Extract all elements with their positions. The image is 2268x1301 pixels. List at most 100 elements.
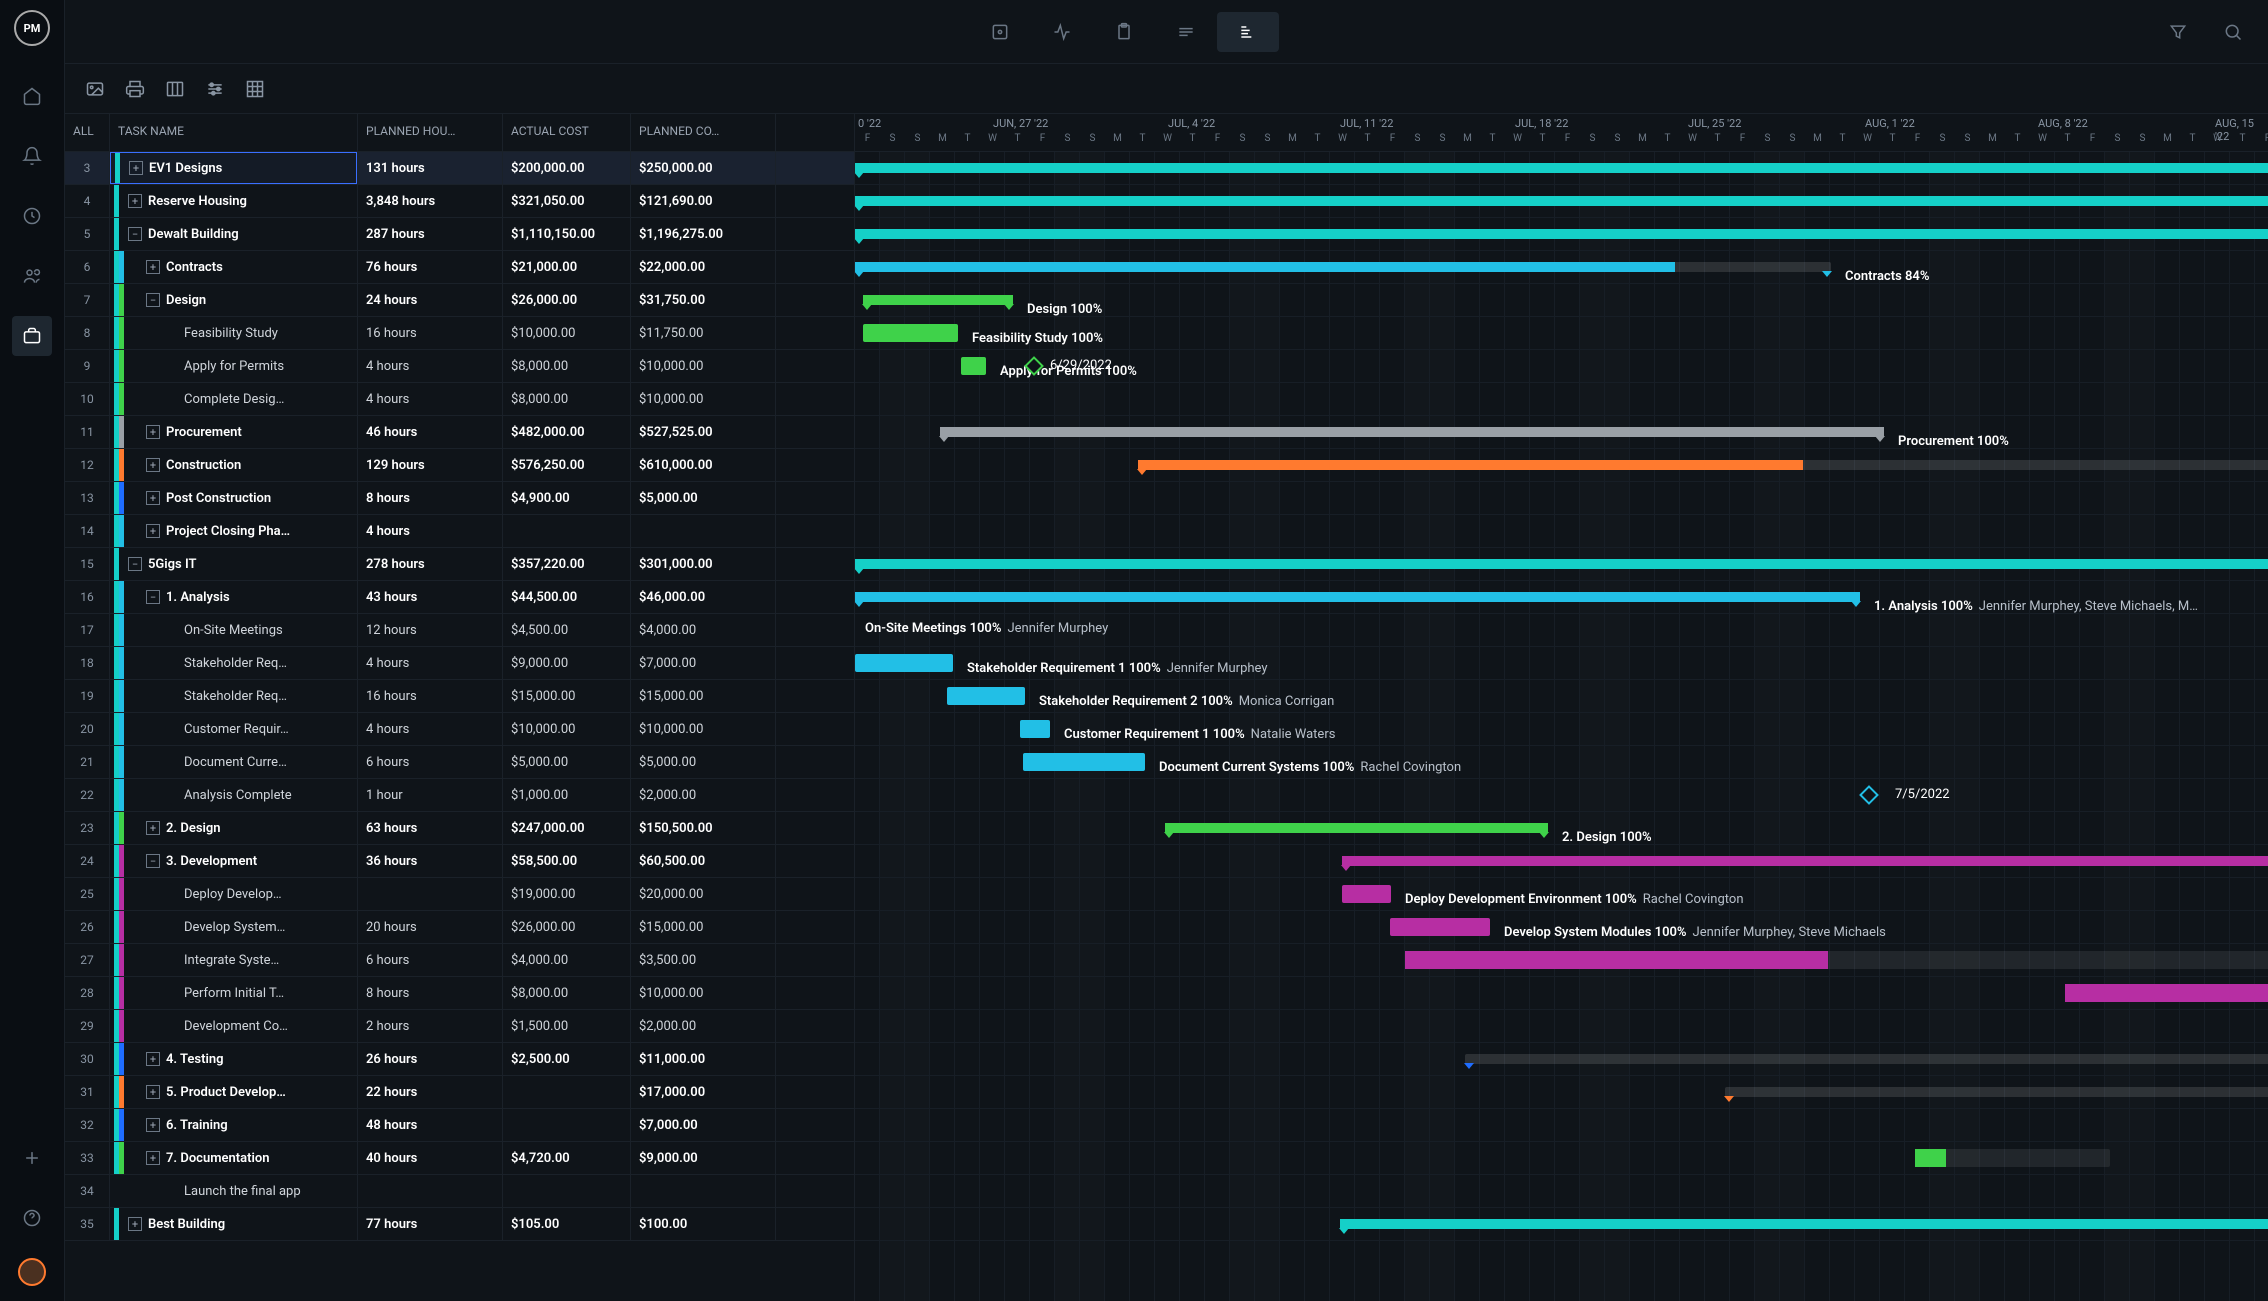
task-name-cell[interactable]: −3. Development: [110, 845, 358, 877]
gantt-bar[interactable]: [1340, 1219, 2268, 1229]
expand-toggle[interactable]: +: [146, 1118, 160, 1132]
gantt-bar[interactable]: [1915, 1149, 2110, 1167]
expand-toggle[interactable]: −: [128, 557, 142, 571]
gantt-bar[interactable]: Deploy Development Environment 100%Rache…: [1342, 885, 1391, 903]
grid-icon[interactable]: [240, 74, 270, 104]
expand-toggle[interactable]: +: [128, 1217, 142, 1231]
table-row[interactable]: 8Feasibility Study16 hours$10,000.00$11,…: [65, 317, 854, 350]
task-name-cell[interactable]: Stakeholder Req…: [110, 647, 358, 679]
gantt-bar[interactable]: 3: [1342, 856, 2268, 866]
table-row[interactable]: 10Complete Desig…4 hours$8,000.00$10,000…: [65, 383, 854, 416]
clock-icon[interactable]: [12, 196, 52, 236]
table-row[interactable]: 21Document Curre…6 hours$5,000.00$5,000.…: [65, 746, 854, 779]
table-row[interactable]: 32+6. Training48 hours$7,000.00: [65, 1109, 854, 1142]
expand-toggle[interactable]: −: [146, 854, 160, 868]
export-image-icon[interactable]: [80, 74, 110, 104]
table-row[interactable]: 15−5Gigs IT278 hours$357,220.00$301,000.…: [65, 548, 854, 581]
task-name-cell[interactable]: +Project Closing Pha…: [110, 515, 358, 547]
task-name-cell[interactable]: +7. Documentation: [110, 1142, 358, 1174]
expand-toggle[interactable]: +: [146, 1085, 160, 1099]
gantt-bar[interactable]: Feasibility Study 100%: [863, 324, 958, 342]
gantt-bar[interactable]: [855, 163, 2268, 173]
table-row[interactable]: 13+Post Construction8 hours$4,900.00$5,0…: [65, 482, 854, 515]
task-name-cell[interactable]: +EV1 Designs: [110, 152, 358, 184]
task-name-cell[interactable]: −Design: [110, 284, 358, 316]
col-planned-hours[interactable]: PLANNED HOU…: [358, 114, 503, 151]
gantt-bar[interactable]: [1725, 1087, 2268, 1097]
gantt-body[interactable]: Contracts 84% Design 100% Feasibility Stud…: [855, 152, 2268, 1301]
task-name-cell[interactable]: Develop System…: [110, 911, 358, 943]
help-icon[interactable]: [12, 1198, 52, 1238]
print-icon[interactable]: [120, 74, 150, 104]
gantt-bar[interactable]: [855, 196, 2268, 206]
expand-toggle[interactable]: +: [146, 491, 160, 505]
task-name-cell[interactable]: Feasibility Study: [110, 317, 358, 349]
task-name-cell[interactable]: +5. Product Develop…: [110, 1076, 358, 1108]
gantt-bar[interactable]: Integrate System Modules 1: [1405, 951, 2268, 969]
view-gantt-icon[interactable]: [1217, 12, 1279, 52]
view-activity-icon[interactable]: [1031, 12, 1093, 52]
milestone-diamond[interactable]: [1859, 785, 1879, 805]
view-focus-icon[interactable]: [969, 12, 1031, 52]
filter-icon[interactable]: [2163, 12, 2193, 52]
gantt-bar[interactable]: Develop System Modules 100%Jennifer Murp…: [1390, 918, 1490, 936]
table-row[interactable]: 35+Best Building77 hours$105.00$100.00: [65, 1208, 854, 1241]
expand-toggle[interactable]: +: [146, 821, 160, 835]
expand-toggle[interactable]: −: [146, 293, 160, 307]
gantt-bar[interactable]: Apply for Permits 100%: [961, 357, 986, 375]
table-row[interactable]: 4+Reserve Housing3,848 hours$321,050.00$…: [65, 185, 854, 218]
table-row[interactable]: 24−3. Development36 hours$58,500.00$60,5…: [65, 845, 854, 878]
table-row[interactable]: 12+Construction129 hours$576,250.00$610,…: [65, 449, 854, 482]
task-name-cell[interactable]: Complete Desig…: [110, 383, 358, 415]
view-list-icon[interactable]: [1155, 12, 1217, 52]
avatar[interactable]: [18, 1258, 46, 1286]
briefcase-icon[interactable]: [12, 316, 52, 356]
table-row[interactable]: 16−1. Analysis43 hours$44,500.00$46,000.…: [65, 581, 854, 614]
task-name-cell[interactable]: Development Co…: [110, 1010, 358, 1042]
task-name-cell[interactable]: Document Curre…: [110, 746, 358, 778]
table-row[interactable]: 25Deploy Develop…$19,000.00$20,000.00: [65, 878, 854, 911]
settings-sliders-icon[interactable]: [200, 74, 230, 104]
task-name-cell[interactable]: Analysis Complete: [110, 779, 358, 811]
gantt-bar[interactable]: [1138, 460, 2268, 470]
bell-icon[interactable]: [12, 136, 52, 176]
table-row[interactable]: 3+EV1 Designs131 hours$200,000.00$250,00…: [65, 152, 854, 185]
task-name-cell[interactable]: Launch the final app: [110, 1175, 358, 1207]
search-icon[interactable]: [2218, 12, 2248, 52]
columns-icon[interactable]: [160, 74, 190, 104]
task-name-cell[interactable]: +Best Building: [110, 1208, 358, 1240]
expand-toggle[interactable]: +: [146, 458, 160, 472]
table-row[interactable]: 30+4. Testing26 hours$2,500.00$11,000.00: [65, 1043, 854, 1076]
expand-toggle[interactable]: +: [146, 260, 160, 274]
expand-toggle[interactable]: +: [146, 524, 160, 538]
app-logo[interactable]: PM: [14, 10, 50, 46]
task-name-cell[interactable]: −5Gigs IT: [110, 548, 358, 580]
table-row[interactable]: 22Analysis Complete1 hour$1,000.00$2,000…: [65, 779, 854, 812]
gantt-bar[interactable]: 2. Design 100%: [1165, 823, 1548, 833]
task-name-cell[interactable]: +Procurement: [110, 416, 358, 448]
table-row[interactable]: 33+7. Documentation40 hours$4,720.00$9,0…: [65, 1142, 854, 1175]
home-icon[interactable]: [12, 76, 52, 116]
table-row[interactable]: 17On-Site Meetings12 hours$4,500.00$4,00…: [65, 614, 854, 647]
gantt-bar[interactable]: Design 100%: [863, 295, 1013, 305]
table-row[interactable]: 18Stakeholder Req…4 hours$9,000.00$7,000…: [65, 647, 854, 680]
task-name-cell[interactable]: +6. Training: [110, 1109, 358, 1141]
task-name-cell[interactable]: +Construction: [110, 449, 358, 481]
expand-toggle[interactable]: +: [128, 194, 142, 208]
task-name-cell[interactable]: +2. Design: [110, 812, 358, 844]
table-row[interactable]: 9Apply for Permits4 hours$8,000.00$10,00…: [65, 350, 854, 383]
gantt-bar[interactable]: [1465, 1054, 2268, 1064]
table-row[interactable]: 20Customer Requir…4 hours$10,000.00$10,0…: [65, 713, 854, 746]
task-name-cell[interactable]: +Contracts: [110, 251, 358, 283]
table-row[interactable]: 27Integrate Syste…6 hours$4,000.00$3,500…: [65, 944, 854, 977]
users-icon[interactable]: [12, 256, 52, 296]
gantt-bar[interactable]: Contracts 84%: [855, 262, 1831, 272]
table-row[interactable]: 26Develop System…20 hours$26,000.00$15,0…: [65, 911, 854, 944]
table-row[interactable]: 31+5. Product Develop…22 hours$17,000.00: [65, 1076, 854, 1109]
task-name-cell[interactable]: Apply for Permits: [110, 350, 358, 382]
gantt-bar[interactable]: 1. Analysis 100%Jennifer Murphey, Steve …: [855, 592, 1860, 602]
col-task-name[interactable]: TASK NAME: [110, 114, 358, 151]
gantt-bar[interactable]: Document Current Systems 100%Rachel Covi…: [1023, 753, 1145, 771]
gantt-bar[interactable]: Stakeholder Requirement 2 100%Monica Cor…: [947, 687, 1025, 705]
expand-toggle[interactable]: +: [146, 1052, 160, 1066]
